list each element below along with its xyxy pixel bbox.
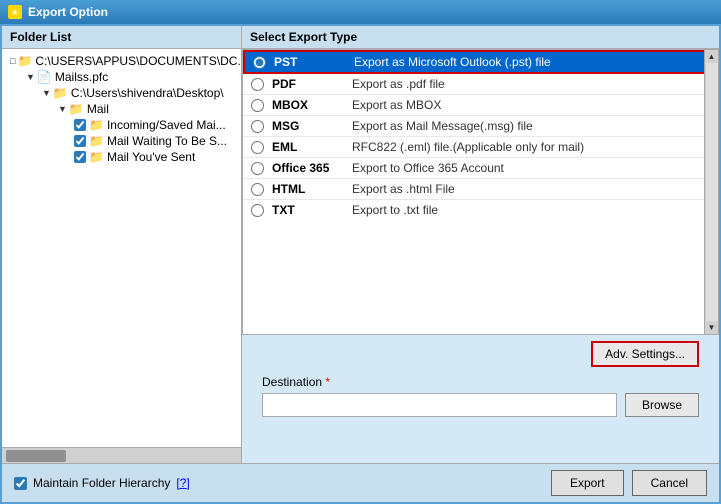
folder-icon-youvesent: 📁 <box>89 150 104 164</box>
tree-node-mailss[interactable]: ▼ 📄 Mailss.pfc <box>6 69 237 85</box>
tree-label-root: C:\USERS\APPUS\DOCUMENTS\DC... <box>35 54 241 68</box>
title-bar: ★ Export Option <box>0 0 721 24</box>
scrollbar-thumb[interactable] <box>6 450 66 462</box>
export-row-pst[interactable]: PST Export as Microsoft Outlook (.pst) f… <box>243 50 718 74</box>
checkbox-mailwaiting[interactable] <box>74 135 86 147</box>
folder-icon-mail: 📁 <box>69 102 84 116</box>
radio-eml[interactable] <box>251 141 264 154</box>
horizontal-scrollbar[interactable] <box>2 447 241 463</box>
export-row-eml[interactable]: EML RFC822 (.eml) file.(Applicable only … <box>243 137 718 158</box>
export-label-eml: EML <box>272 140 352 154</box>
browse-button[interactable]: Browse <box>625 393 699 417</box>
radio-pst[interactable] <box>253 56 266 69</box>
tree-label-mailwaiting: Mail Waiting To Be S... <box>107 134 227 148</box>
tree-node-incoming[interactable]: 📁 Incoming/Saved Mai... <box>6 117 237 133</box>
radio-mbox[interactable] <box>251 99 264 112</box>
folder-list-header: Folder List <box>2 26 241 49</box>
scroll-track[interactable] <box>706 63 718 321</box>
main-window: Folder List □ 📁 C:\USERS\APPUS\DOCUMENTS… <box>0 24 721 504</box>
adv-settings-button[interactable]: Adv. Settings... <box>591 341 699 367</box>
destination-input[interactable] <box>262 393 617 417</box>
destination-label: Destination * <box>262 375 699 389</box>
tree-node-shivendra[interactable]: ▼ 📁 C:\Users\shivendra\Desktop\ <box>6 85 237 101</box>
export-row-mbox[interactable]: MBOX Export as MBOX <box>243 95 718 116</box>
export-label-html: HTML <box>272 182 352 196</box>
spacer <box>242 423 719 463</box>
scroll-down-arrow[interactable]: ▼ <box>706 321 718 334</box>
title-bar-title: Export Option <box>28 5 108 19</box>
destination-required: * <box>325 375 330 389</box>
checkbox-youvesent[interactable] <box>74 151 86 163</box>
export-desc-eml: RFC822 (.eml) file.(Applicable only for … <box>352 140 584 154</box>
tree-label-incoming: Incoming/Saved Mai... <box>107 118 226 132</box>
tree-node-root[interactable]: □ 📁 C:\USERS\APPUS\DOCUMENTS\DC... <box>6 53 237 69</box>
expand-icon-root: □ <box>10 56 15 66</box>
export-desc-office365: Export to Office 365 Account <box>352 161 504 175</box>
tree-label-mailss: Mailss.pfc <box>55 70 108 84</box>
export-label-mbox: MBOX <box>272 98 352 112</box>
export-type-header: Select Export Type <box>242 26 719 49</box>
left-panel: Folder List □ 📁 C:\USERS\APPUS\DOCUMENTS… <box>2 26 242 463</box>
export-desc-pdf: Export as .pdf file <box>352 77 445 91</box>
radio-html[interactable] <box>251 183 264 196</box>
export-row-html[interactable]: HTML Export as .html File <box>243 179 718 200</box>
export-label-msg: MSG <box>272 119 352 133</box>
export-row-pdf[interactable]: PDF Export as .pdf file <box>243 74 718 95</box>
export-label-pst: PST <box>274 55 354 69</box>
export-label-pdf: PDF <box>272 77 352 91</box>
tree-label-mail: Mail <box>87 102 109 116</box>
tree-label-youvesent: Mail You've Sent <box>107 150 195 164</box>
tree-node-mail[interactable]: ▼ 📁 Mail <box>6 101 237 117</box>
help-link[interactable]: [?] <box>176 476 189 490</box>
folder-icon-mailwaiting: 📁 <box>89 134 104 148</box>
export-label-txt: TXT <box>272 203 352 217</box>
export-row-txt[interactable]: TXT Export to .txt file <box>243 200 718 220</box>
bottom-bar: Maintain Folder Hierarchy [?] Export Can… <box>2 463 719 502</box>
content-area: Folder List □ 📁 C:\USERS\APPUS\DOCUMENTS… <box>2 26 719 463</box>
maintain-hierarchy-checkbox[interactable] <box>14 477 27 490</box>
folder-icon-mailss: 📄 <box>37 70 52 84</box>
export-row-office365[interactable]: Office 365 Export to Office 365 Account <box>243 158 718 179</box>
tree-node-youvesent[interactable]: 📁 Mail You've Sent <box>6 149 237 165</box>
destination-row: Browse <box>262 393 699 417</box>
radio-office365[interactable] <box>251 162 264 175</box>
radio-msg[interactable] <box>251 120 264 133</box>
title-bar-icon: ★ <box>8 5 22 19</box>
checkbox-incoming[interactable] <box>74 119 86 131</box>
cancel-button[interactable]: Cancel <box>632 470 707 496</box>
tree-label-shivendra: C:\Users\shivendra\Desktop\ <box>71 86 224 100</box>
expand-icon-mail: ▼ <box>58 104 67 114</box>
tree-node-mailwaiting[interactable]: 📁 Mail Waiting To Be S... <box>6 133 237 149</box>
folder-icon-incoming: 📁 <box>89 118 104 132</box>
folder-icon-root: 📁 <box>17 54 32 68</box>
export-desc-mbox: Export as MBOX <box>352 98 441 112</box>
right-panel: Select Export Type PST Export as Microso… <box>242 26 719 463</box>
export-label-office365: Office 365 <box>272 161 352 175</box>
radio-txt[interactable] <box>251 204 264 217</box>
export-desc-html: Export as .html File <box>352 182 455 196</box>
export-row-msg[interactable]: MSG Export as Mail Message(.msg) file <box>243 116 718 137</box>
destination-area: Destination * Browse <box>242 371 719 423</box>
settings-area: Adv. Settings... <box>242 335 719 371</box>
list-scrollbar[interactable]: ▲ ▼ <box>704 50 718 334</box>
maintain-hierarchy-label: Maintain Folder Hierarchy <box>33 476 170 490</box>
scroll-up-arrow[interactable]: ▲ <box>706 50 718 63</box>
expand-icon-mailss: ▼ <box>26 72 35 82</box>
export-type-list: PST Export as Microsoft Outlook (.pst) f… <box>242 49 719 335</box>
export-desc-pst: Export as Microsoft Outlook (.pst) file <box>354 55 551 69</box>
expand-icon-shivendra: ▼ <box>42 88 51 98</box>
export-desc-msg: Export as Mail Message(.msg) file <box>352 119 533 133</box>
folder-tree: □ 📁 C:\USERS\APPUS\DOCUMENTS\DC... ▼ 📄 M… <box>2 49 241 447</box>
footer-buttons: Export Cancel <box>551 470 707 496</box>
export-button[interactable]: Export <box>551 470 624 496</box>
export-desc-txt: Export to .txt file <box>352 203 438 217</box>
radio-pdf[interactable] <box>251 78 264 91</box>
folder-icon-shivendra: 📁 <box>53 86 68 100</box>
